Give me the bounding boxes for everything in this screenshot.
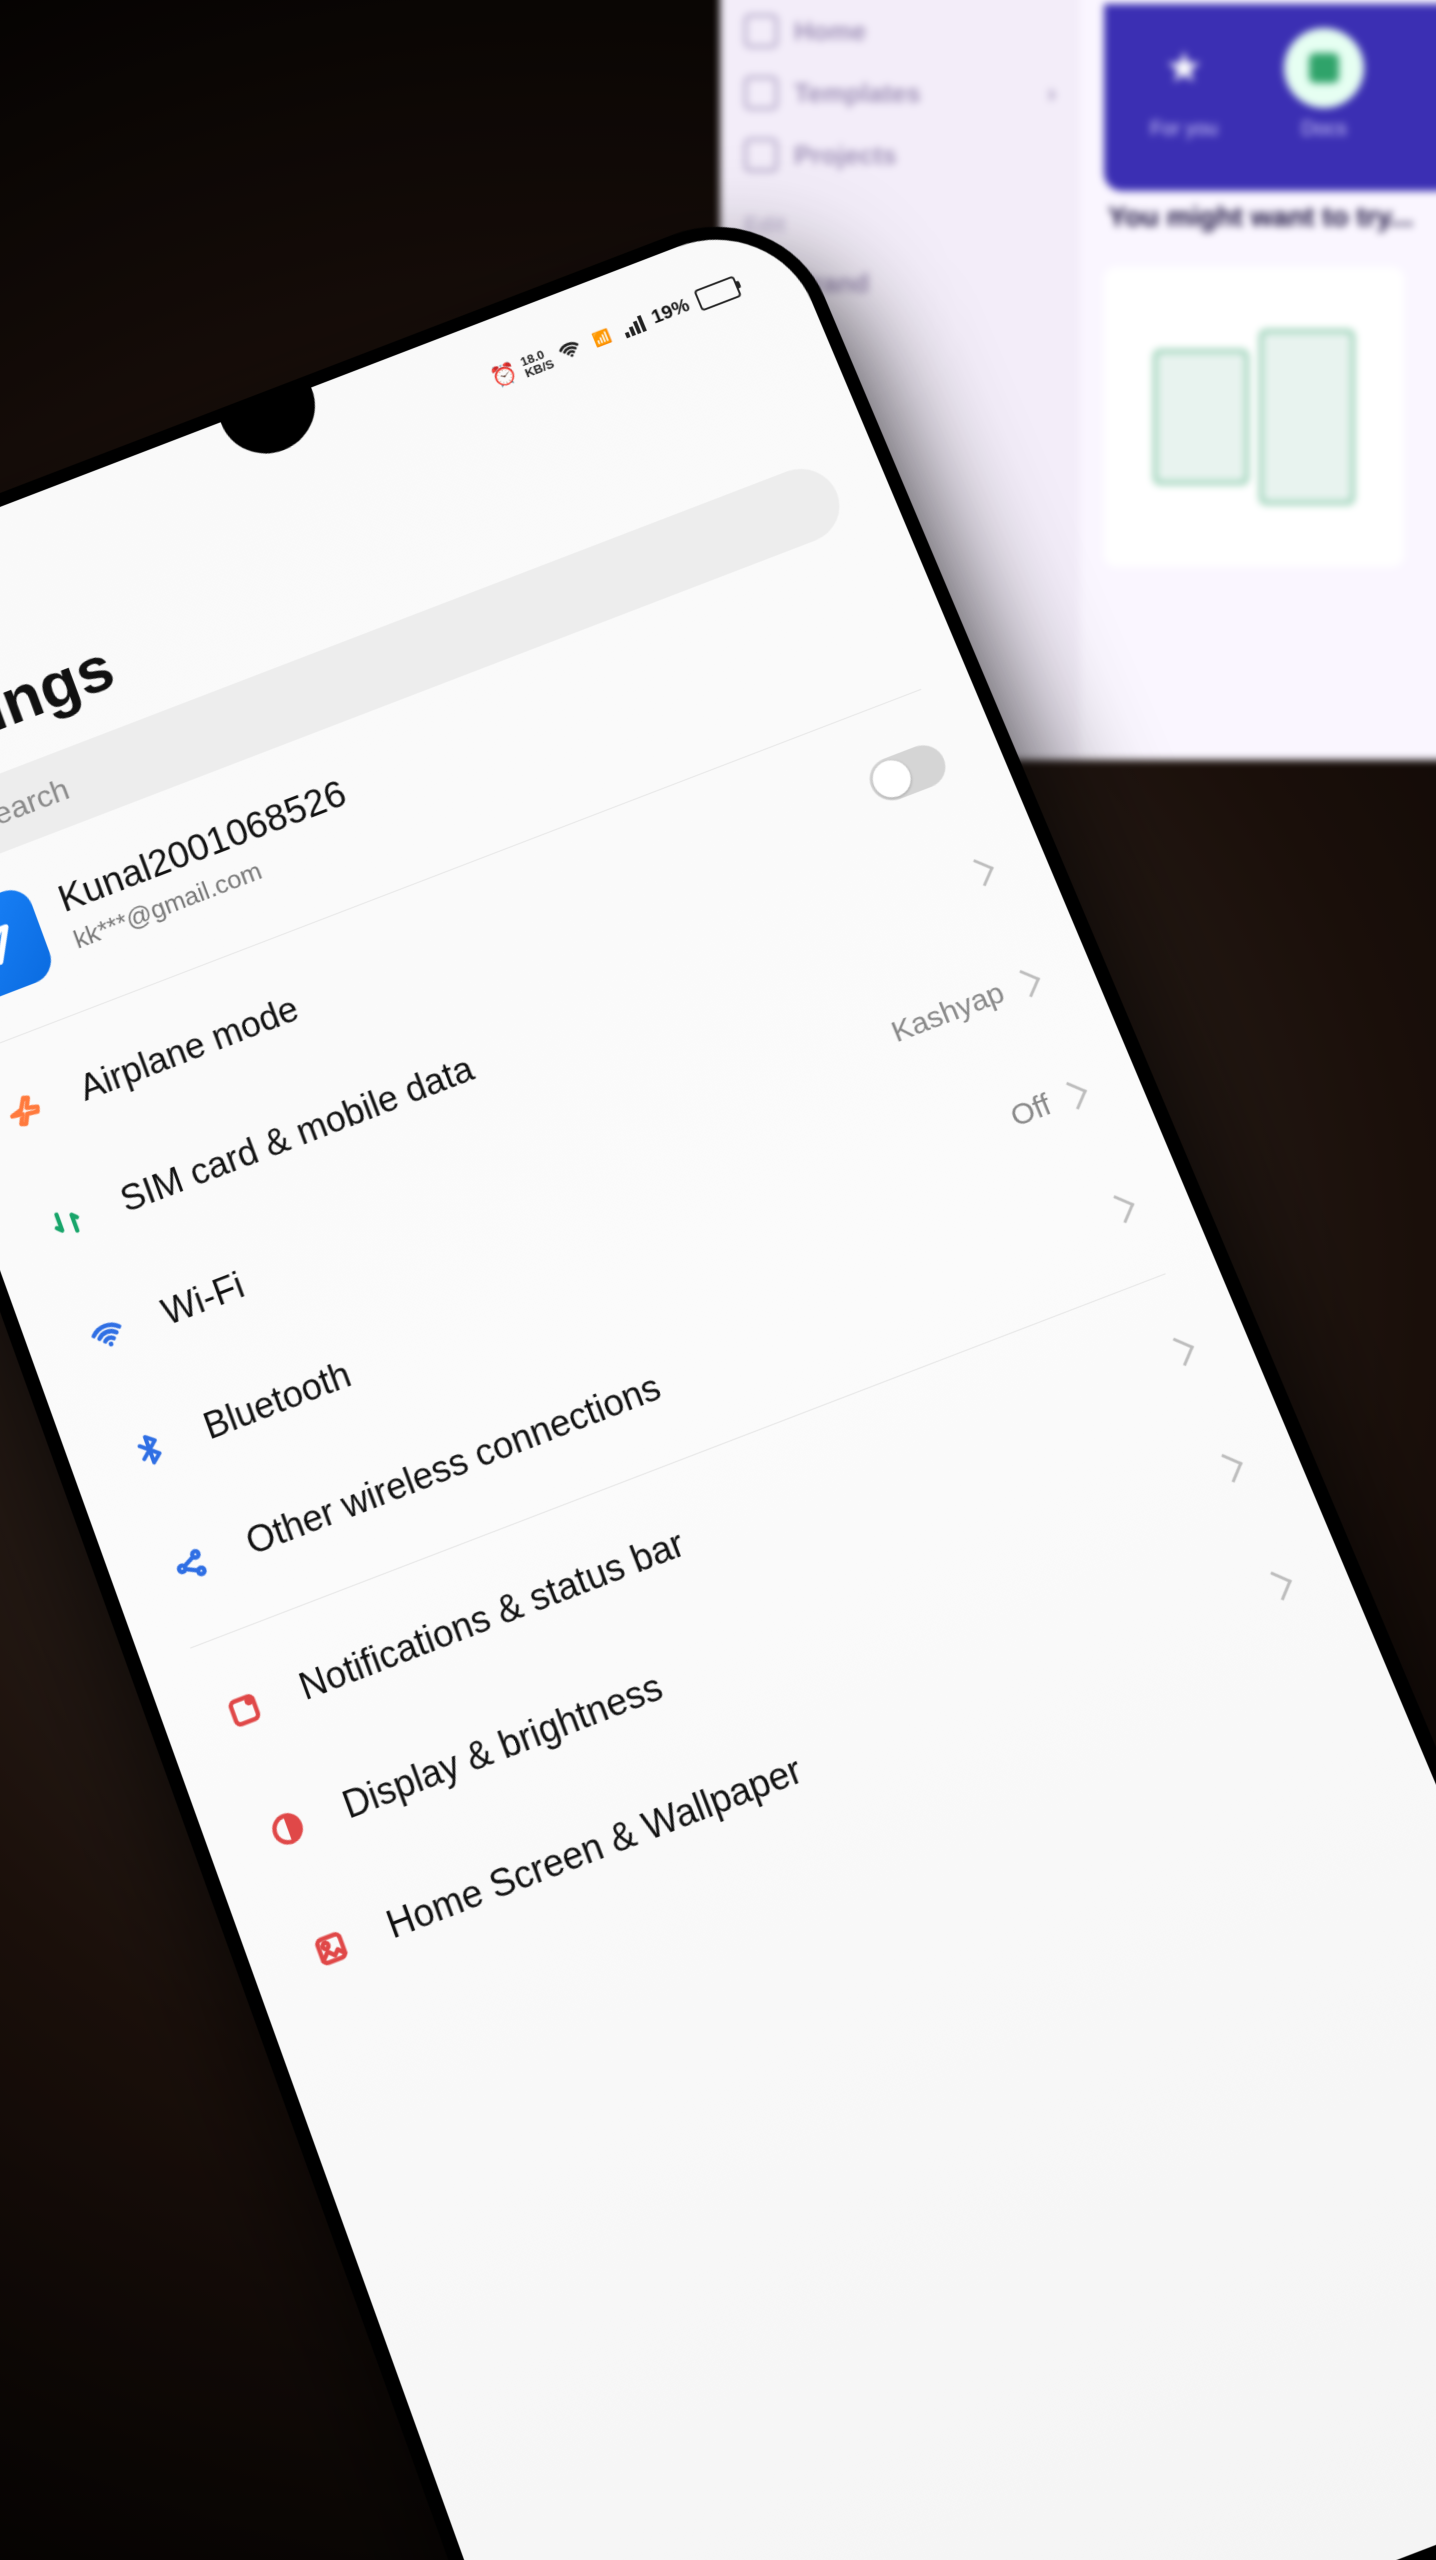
- wifi-icon: [553, 334, 586, 366]
- notifications-icon: [216, 1685, 272, 1735]
- chevron-right-icon: [1059, 1081, 1087, 1109]
- battery-icon: [693, 275, 742, 311]
- net-speed: 18.0 KB/S: [521, 347, 554, 379]
- sim-icon: [40, 1199, 95, 1247]
- signal-icon: [620, 313, 647, 338]
- airplane-icon: [0, 1086, 54, 1136]
- share-icon: [164, 1540, 220, 1590]
- display-icon: [259, 1803, 316, 1854]
- battery-percent: 19%: [648, 295, 693, 329]
- wifi-row-icon: [80, 1310, 136, 1361]
- bluetooth-icon: [122, 1426, 177, 1473]
- avatar: [0, 883, 58, 1009]
- alarm-icon: ⏰: [488, 359, 521, 391]
- home-icon: [303, 1923, 360, 1974]
- chevron-right-icon: [1012, 969, 1040, 997]
- wifi-value: Kashyap: [887, 976, 1010, 1050]
- airplane-toggle[interactable]: [863, 739, 952, 807]
- volte-icon: 📶: [586, 322, 619, 354]
